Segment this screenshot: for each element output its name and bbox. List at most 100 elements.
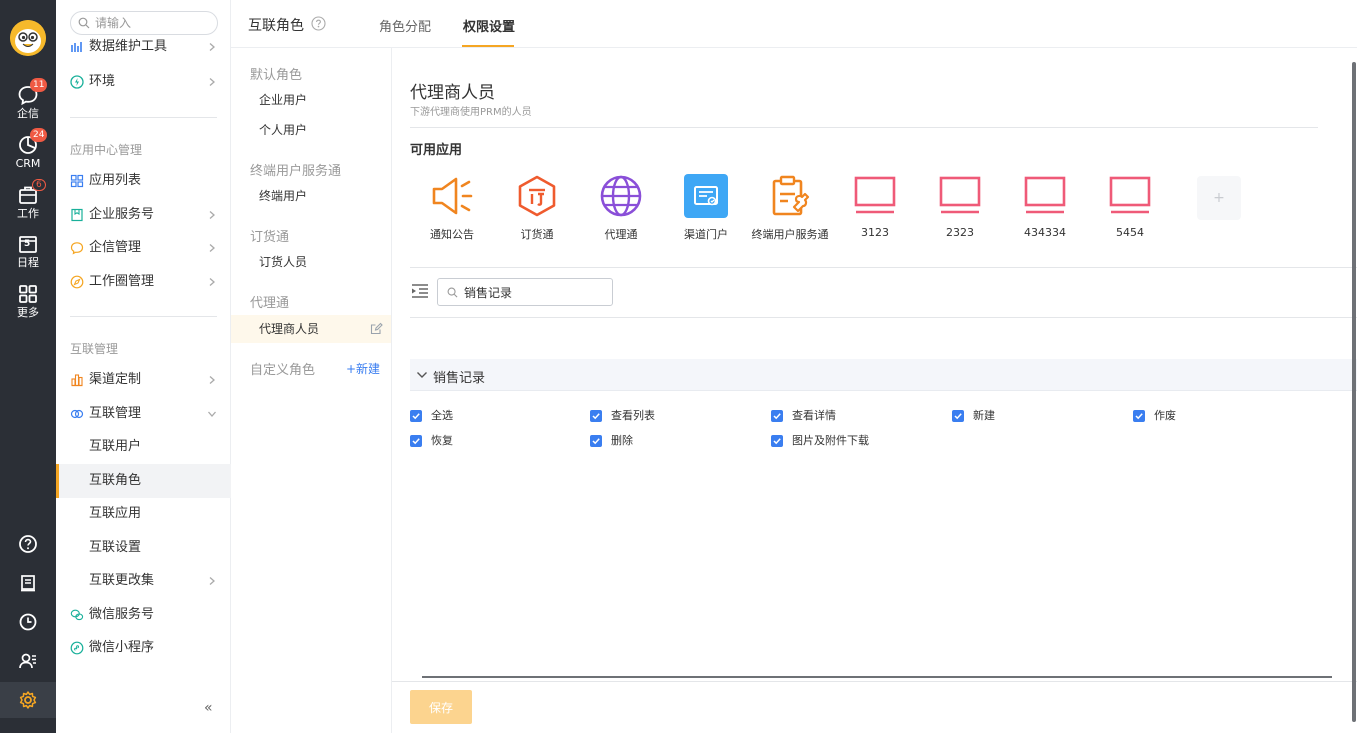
permission-search-input[interactable] <box>464 284 604 300</box>
app-tile-notice[interactable]: 通知公告 <box>410 174 494 242</box>
help-circle-icon[interactable] <box>311 16 326 31</box>
permission-label: 查看详情 <box>792 409 836 422</box>
service-icon <box>772 175 810 216</box>
app-tile-channel-portal[interactable]: 渠道门户 <box>664 174 748 242</box>
rail-item-crm[interactable]: CRM 24 <box>0 128 56 170</box>
app-tile-434334[interactable]: 434334 <box>1003 174 1087 239</box>
role-item[interactable]: 终端用户 <box>231 182 391 210</box>
rail-item-work[interactable]: 工作 6 <box>0 179 56 220</box>
settings-button[interactable] <box>0 690 56 710</box>
check-icon <box>773 413 781 420</box>
admin-menu: 数据维护工具 环境 应用中心管理 应用列表 企业服务号 企信管理 <box>56 0 231 733</box>
menu-item-interconnect-manage[interactable]: 互联管理 <box>56 397 231 431</box>
edit-icon[interactable] <box>370 322 383 335</box>
save-button[interactable]: 保存 <box>410 690 472 724</box>
check-icon <box>954 413 962 420</box>
permission-group-header[interactable]: 销售记录 <box>410 359 1357 391</box>
permission-group-title: 销售记录 <box>433 371 486 386</box>
role-item-selected[interactable]: 代理商人员 <box>231 315 391 343</box>
role-group-agent: 代理通 <box>250 296 290 311</box>
menu-divider <box>70 316 217 317</box>
rail-item-more[interactable]: 更多 <box>0 283 56 319</box>
menu-item-channel-custom[interactable]: 渠道定制 <box>56 363 231 397</box>
portal-icon <box>684 174 728 218</box>
horizontal-scrollbar[interactable] <box>422 676 1332 678</box>
menu-label-channel-custom: 渠道定制 <box>89 372 142 387</box>
menu-sub-interconnect-changesets[interactable]: 互联更改集 <box>56 564 231 598</box>
app-tile-ordering[interactable]: 订货通 <box>495 174 579 242</box>
menu-item-messenger-manage[interactable]: 企信管理 <box>56 231 231 265</box>
checkbox-checked[interactable] <box>590 410 602 422</box>
new-role-link[interactable]: +新建 <box>346 360 380 377</box>
chevron-right-icon <box>209 278 215 286</box>
role-item[interactable]: 企业用户 <box>231 86 391 114</box>
menu-sub-interconnect-settings[interactable]: 互联设置 <box>56 531 231 565</box>
permission-search[interactable] <box>437 278 613 306</box>
add-app-button[interactable]: + <box>1197 176 1241 220</box>
history-button[interactable] <box>0 612 56 632</box>
app-label: 3123 <box>861 226 889 239</box>
role-item[interactable]: 个人用户 <box>231 116 391 144</box>
checkbox-checked[interactable] <box>771 410 783 422</box>
app-tile-3123[interactable]: 3123 <box>833 174 917 239</box>
menu-item-app-list[interactable]: 应用列表 <box>56 164 231 198</box>
help-button[interactable] <box>0 534 56 554</box>
menu-sub-interconnect-apps[interactable]: 互联应用 <box>56 497 231 531</box>
checkbox-checked[interactable] <box>952 410 964 422</box>
app-tile-5454[interactable]: 5454 <box>1088 174 1172 239</box>
menu-search[interactable] <box>70 11 218 35</box>
app-tile-agent[interactable]: 代理通 <box>579 174 663 242</box>
role-group-ordering: 订货通 <box>250 230 290 245</box>
monitor-icon <box>854 176 896 214</box>
role-group-default: 默认角色 <box>250 68 303 83</box>
checkbox-checked[interactable] <box>410 410 422 422</box>
menu-label-environment: 环境 <box>89 74 116 89</box>
check-icon <box>412 438 420 445</box>
menu-label-work-circle: 工作圈管理 <box>89 274 155 289</box>
tab-role-assignment[interactable]: 角色分配 <box>379 16 431 35</box>
app-label: 渠道门户 <box>684 228 728 241</box>
menu-item-environment[interactable]: 环境 <box>56 65 231 99</box>
apps-section-title: 可用应用 <box>410 143 463 158</box>
tab-permission-settings[interactable]: 权限设置 <box>463 16 515 35</box>
monitor-icon <box>1024 176 1066 214</box>
vertical-scrollbar[interactable] <box>1352 62 1356 722</box>
role-item[interactable]: 订货人员 <box>231 248 391 276</box>
check-icon <box>1135 413 1143 420</box>
collapse-menu-button[interactable]: « <box>204 700 213 716</box>
divider <box>410 317 1357 318</box>
divider <box>410 127 1318 128</box>
menu-divider <box>70 117 217 118</box>
app-tile-2323[interactable]: 2323 <box>918 174 1002 239</box>
app-root: 企信 11 CRM 24 工作 6 5 日程 更多 请输入 数据维护工具 环境 … <box>0 0 1357 733</box>
contacts-icon <box>19 653 36 669</box>
rail-item-messenger[interactable]: 企信 11 <box>0 78 56 120</box>
menu-item-wechat-mini[interactable]: 微信小程序 <box>56 631 231 665</box>
role-description: 下游代理商使用PRM的人员 <box>410 107 532 118</box>
menu-sub-label: 互联用户 <box>89 439 142 454</box>
menu-sub-interconnect-roles[interactable]: 互联角色 <box>56 464 231 498</box>
contacts-button[interactable] <box>0 651 56 671</box>
rail-item-schedule[interactable]: 5 日程 <box>0 233 56 269</box>
menu-sub-interconnect-users[interactable]: 互联用户 <box>56 430 231 464</box>
checkbox-checked[interactable] <box>410 435 422 447</box>
mascot-icon <box>10 20 46 56</box>
checkbox-checked[interactable] <box>1133 410 1145 422</box>
menu-item-wechat-service[interactable]: 微信服务号 <box>56 598 231 632</box>
checkbox-checked[interactable] <box>590 435 602 447</box>
menu-item-work-circle[interactable]: 工作圈管理 <box>56 265 231 299</box>
notes-button[interactable] <box>0 573 56 593</box>
app-tile-terminal-service[interactable]: 终端用户服务通 <box>748 174 832 242</box>
rail-label-crm: CRM <box>15 157 41 170</box>
menu-label-wechat-mini: 微信小程序 <box>89 640 155 655</box>
checkbox-checked[interactable] <box>771 435 783 447</box>
role-title: 代理商人员 <box>410 83 495 103</box>
menu-search-input[interactable] <box>95 15 213 31</box>
indent-list-icon[interactable] <box>411 283 429 299</box>
user-avatar[interactable] <box>10 20 46 56</box>
order-icon <box>518 175 556 217</box>
menu-item-data-tools[interactable]: 数据维护工具 <box>56 38 231 56</box>
menu-item-service-account[interactable]: 企业服务号 <box>56 198 231 232</box>
top-tab-bar: 互联角色 角色分配 权限设置 <box>231 0 1357 48</box>
menu-label-interconnect-manage: 互联管理 <box>89 406 142 421</box>
